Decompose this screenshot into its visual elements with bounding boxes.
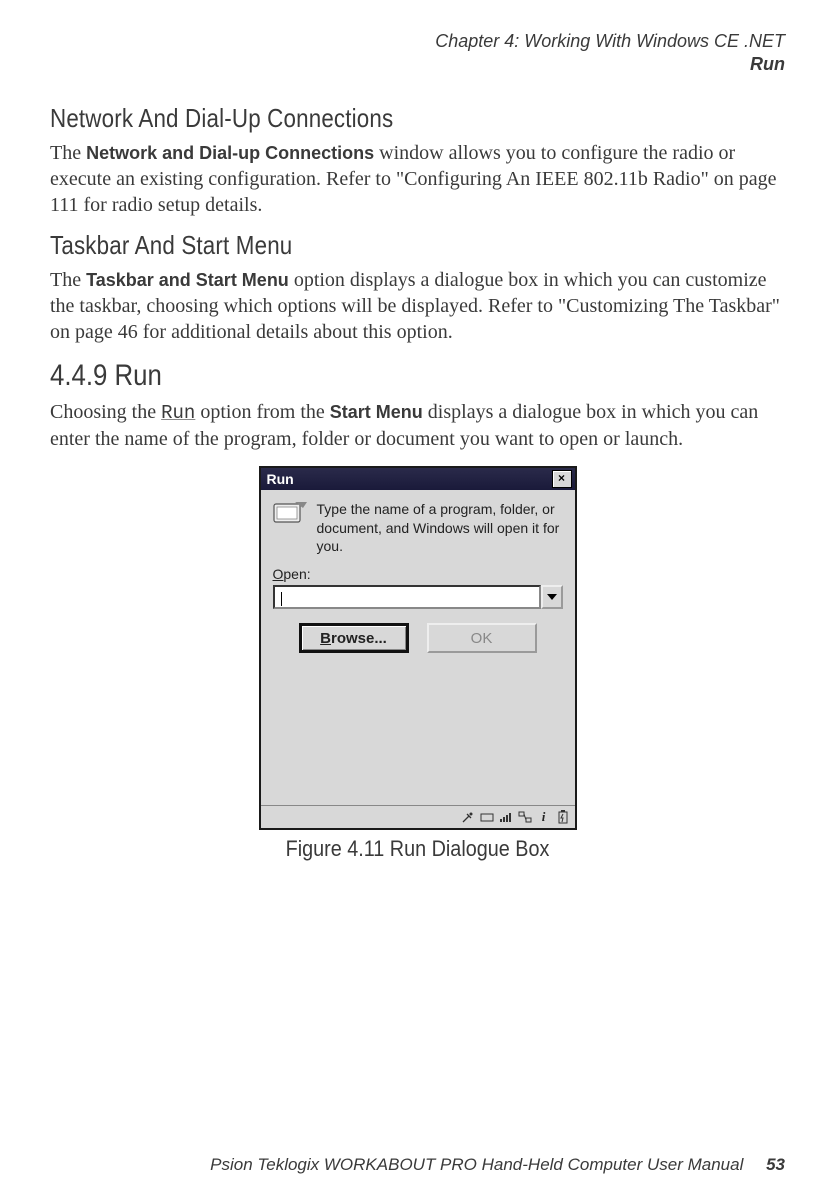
open-combobox[interactable] [273, 585, 563, 609]
chapter-header: Chapter 4: Working With Windows CE .NET … [50, 30, 785, 75]
run-icon [273, 500, 307, 526]
signal-icon[interactable] [498, 809, 514, 825]
network-icon[interactable] [517, 809, 533, 825]
open-input[interactable] [273, 585, 541, 609]
chapter-line: Chapter 4: Working With Windows CE .NET [50, 30, 785, 53]
page-number: 53 [766, 1155, 785, 1174]
run-dialog-window: Run × Type the name of a program, folder… [259, 466, 577, 831]
dialog-title: Run [267, 471, 294, 487]
dialog-titlebar[interactable]: Run × [261, 468, 575, 490]
page-footer: Psion Teklogix WORKABOUT PRO Hand-Held C… [50, 1155, 785, 1175]
keyboard-icon[interactable] [479, 809, 495, 825]
dialog-instruction: Type the name of a program, folder, or d… [317, 500, 563, 557]
para-network: The Network and Dial-up Connections wind… [50, 140, 785, 218]
section-line: Run [50, 53, 785, 76]
dropdown-button[interactable] [541, 585, 563, 609]
dialog-empty-area [261, 669, 575, 805]
connection-icon[interactable] [460, 809, 476, 825]
figure-caption: Figure 4.11 Run Dialogue Box [87, 836, 749, 862]
info-icon[interactable]: i [536, 809, 552, 825]
battery-icon[interactable] [555, 809, 571, 825]
chevron-down-icon [547, 594, 557, 600]
close-button[interactable]: × [552, 470, 572, 488]
figure-run-dialog: Run × Type the name of a program, folder… [50, 466, 785, 863]
para-taskbar: The Taskbar and Start Menu option displa… [50, 267, 785, 345]
heading-taskbar: Taskbar And Start Menu [50, 230, 682, 261]
manual-title: Psion Teklogix WORKABOUT PRO Hand-Held C… [210, 1155, 743, 1174]
para-run: Choosing the Run option from the Start M… [50, 399, 785, 452]
heading-network: Network And Dial-Up Connections [50, 103, 682, 134]
browse-button[interactable]: Browse... [299, 623, 409, 653]
system-tray: i [261, 805, 575, 828]
heading-run: 4.4.9 Run [50, 359, 682, 393]
open-label: Open: [273, 566, 563, 582]
ok-button[interactable]: OK [427, 623, 537, 653]
